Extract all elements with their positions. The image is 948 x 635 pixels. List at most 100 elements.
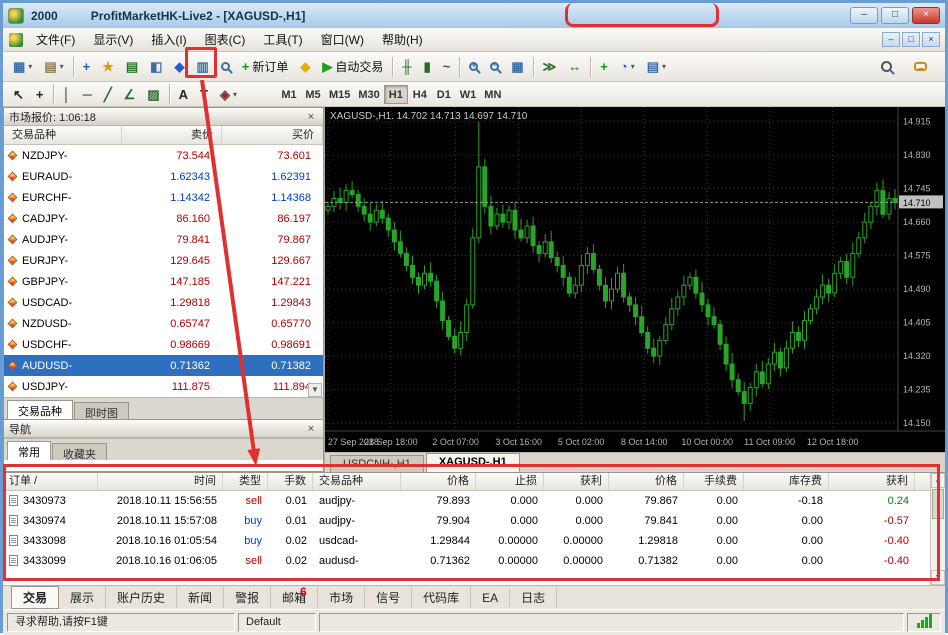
- candlestick-chart-button[interactable]: ▮: [418, 55, 437, 78]
- templates-button[interactable]: ▤ ▾: [641, 55, 672, 78]
- terminal-tab-市场[interactable]: 市场: [318, 587, 366, 608]
- menu-item-3[interactable]: 图表(C): [196, 28, 255, 51]
- menu-item-5[interactable]: 窗口(W): [312, 28, 373, 51]
- trade-col-2[interactable]: 类型: [223, 473, 268, 490]
- scroll-down-icon[interactable]: ▼: [308, 383, 322, 397]
- menu-item-1[interactable]: 显示(V): [84, 28, 142, 51]
- market-watch-row[interactable]: USDCHF- 0.98669 0.98691: [4, 334, 323, 355]
- navigator-tab-收藏夹[interactable]: 收藏夹: [52, 443, 107, 461]
- search-button[interactable]: [875, 55, 898, 78]
- scroll-down-icon[interactable]: ▼: [931, 570, 945, 585]
- terminal-tab-新闻[interactable]: 新闻: [177, 587, 225, 608]
- trade-col-9[interactable]: 手续费: [684, 473, 744, 490]
- chart-shift-button[interactable]: ↔: [562, 55, 587, 78]
- navigator-button[interactable]: ◆: [168, 55, 190, 78]
- timeframe-m5[interactable]: M5: [301, 85, 325, 104]
- market-watch-row[interactable]: CADJPY- 86.160 86.197: [4, 208, 323, 229]
- market-watch-row[interactable]: AUDJPY- 79.841 79.867: [4, 229, 323, 250]
- tile-windows-button[interactable]: ▦: [505, 55, 529, 78]
- terminal-tab-账户历史[interactable]: 账户历史: [106, 587, 178, 608]
- market-watch-button[interactable]: ▤: [120, 55, 144, 78]
- menu-item-4[interactable]: 工具(T): [254, 28, 311, 51]
- trade-col-4[interactable]: 交易品种: [313, 473, 401, 490]
- navigator-tab-常用[interactable]: 常用: [7, 441, 51, 460]
- strategy-tester-button[interactable]: [215, 55, 236, 78]
- terminal-tab-信号[interactable]: 信号: [365, 587, 413, 608]
- menu-item-6[interactable]: 帮助(H): [373, 28, 432, 51]
- chart-tab-XAGUSD-,H1[interactable]: XAGUSD-,H1: [425, 453, 520, 472]
- text-label-tool[interactable]: T: [194, 83, 214, 106]
- timeframe-h4[interactable]: H4: [408, 85, 432, 104]
- auto-scroll-button[interactable]: ≫: [537, 55, 563, 78]
- market-watch-row[interactable]: EURAUD- 1.62343 1.62391: [4, 166, 323, 187]
- trade-col-6[interactable]: 止损: [476, 473, 544, 490]
- timeframe-h1[interactable]: H1: [383, 84, 408, 104]
- market-watch-tab-即时图[interactable]: 即时图: [74, 402, 129, 420]
- mdi-minimize-button[interactable]: –: [882, 32, 900, 47]
- table-row[interactable]: 3433099 2018.10.16 01:06:05 sell 0.02 audusd…: [3, 551, 930, 571]
- new-chart-button[interactable]: ▦ ▾: [7, 55, 38, 78]
- market-watch-row[interactable]: EURCHF- 1.14342 1.14368: [4, 187, 323, 208]
- data-window-button[interactable]: ◧: [144, 55, 168, 78]
- table-row[interactable]: 3433098 2018.10.16 01:05:54 buy 0.02 usdcad-…: [3, 531, 930, 551]
- zoom-in-button[interactable]: +: [463, 55, 484, 78]
- new-order-button[interactable]: + 新订单: [236, 55, 295, 78]
- market-watch-row[interactable]: USDJPY- 111.875 111.894: [4, 376, 323, 397]
- cursor-tool[interactable]: ↖: [7, 83, 30, 106]
- timeframe-m30[interactable]: M30: [354, 85, 383, 104]
- autotrading-button[interactable]: ▶ 自动交易: [316, 55, 389, 78]
- timeframe-d1[interactable]: D1: [432, 85, 456, 104]
- close-icon[interactable]: ×: [304, 423, 318, 435]
- market-watch-row[interactable]: GBPJPY- 147.185 147.221: [4, 271, 323, 292]
- angle-trendline-tool[interactable]: ∠: [118, 83, 142, 106]
- close-button[interactable]: ×: [912, 7, 940, 24]
- terminal-tab-日志[interactable]: 日志: [510, 587, 558, 608]
- terminal-scrollbar[interactable]: ▲ ▼: [930, 473, 945, 585]
- terminal-tab-代码库[interactable]: 代码库: [412, 587, 472, 608]
- arrows-tool[interactable]: ◈ ▾: [214, 83, 243, 106]
- timeframe-m1[interactable]: M1: [277, 85, 301, 104]
- indicators-button[interactable]: +: [594, 55, 614, 78]
- trade-col-8[interactable]: 价格: [609, 473, 684, 490]
- status-profile[interactable]: Default: [238, 613, 316, 632]
- text-tool[interactable]: A: [173, 83, 194, 106]
- metaeditor-button[interactable]: ◆: [294, 55, 316, 78]
- profiles-button[interactable]: ▤ ▾: [38, 55, 69, 78]
- market-watch-row[interactable]: NZDJPY- 73.544 73.601: [4, 145, 323, 166]
- favorites-button[interactable]: ★: [96, 55, 120, 78]
- table-row[interactable]: 3430973 2018.10.11 15:56:55 sell 0.01 audjpy…: [3, 491, 930, 511]
- minimize-button[interactable]: –: [850, 7, 878, 24]
- terminal-tab-交易[interactable]: 交易: [11, 586, 60, 609]
- terminal-tab-EA[interactable]: EA: [471, 588, 511, 607]
- equidistant-channel-tool[interactable]: ▨: [141, 83, 165, 106]
- market-watch-col-1[interactable]: 卖价: [122, 126, 222, 144]
- vertical-line-tool[interactable]: │: [57, 83, 77, 106]
- trade-col-1[interactable]: 时间: [98, 473, 223, 490]
- trade-col-5[interactable]: 价格: [401, 473, 476, 490]
- scroll-thumb[interactable]: [932, 489, 944, 519]
- crosshair-move-button[interactable]: +: [77, 55, 97, 78]
- market-watch-row[interactable]: USDCAD- 1.29818 1.29843: [4, 292, 323, 313]
- scroll-up-icon[interactable]: ▲: [931, 473, 945, 488]
- market-watch-col-2[interactable]: 买价: [222, 126, 323, 144]
- timeframe-w1[interactable]: W1: [456, 85, 481, 104]
- terminal-toggle-button[interactable]: ▥: [190, 55, 214, 78]
- chat-button[interactable]: [908, 55, 933, 78]
- horizontal-line-tool[interactable]: ─: [77, 83, 98, 106]
- line-chart-button[interactable]: ~: [437, 55, 457, 78]
- timeframe-mn[interactable]: MN: [480, 85, 505, 104]
- market-watch-row[interactable]: EURJPY- 129.645 129.667: [4, 250, 323, 271]
- maximize-button[interactable]: □: [881, 7, 909, 24]
- market-watch-col-0[interactable]: 交易品种: [4, 126, 122, 144]
- market-watch-row[interactable]: AUDUSD- 0.71362 0.71382: [4, 355, 323, 376]
- market-watch-tab-交易品种[interactable]: 交易品种: [7, 400, 73, 419]
- menu-item-2[interactable]: 插入(I): [142, 28, 195, 51]
- zoom-out-button[interactable]: −: [484, 55, 505, 78]
- terminal-tab-邮箱[interactable]: 邮箱: [271, 587, 319, 608]
- menu-item-0[interactable]: 文件(F): [27, 28, 84, 51]
- mdi-close-button[interactable]: ×: [922, 32, 940, 47]
- close-icon[interactable]: ×: [304, 111, 318, 123]
- timeframe-m15[interactable]: M15: [325, 85, 354, 104]
- chart-tab-USDCNH-,H1[interactable]: USDCNH-,H1: [330, 455, 424, 472]
- trade-col-7[interactable]: 获利: [544, 473, 609, 490]
